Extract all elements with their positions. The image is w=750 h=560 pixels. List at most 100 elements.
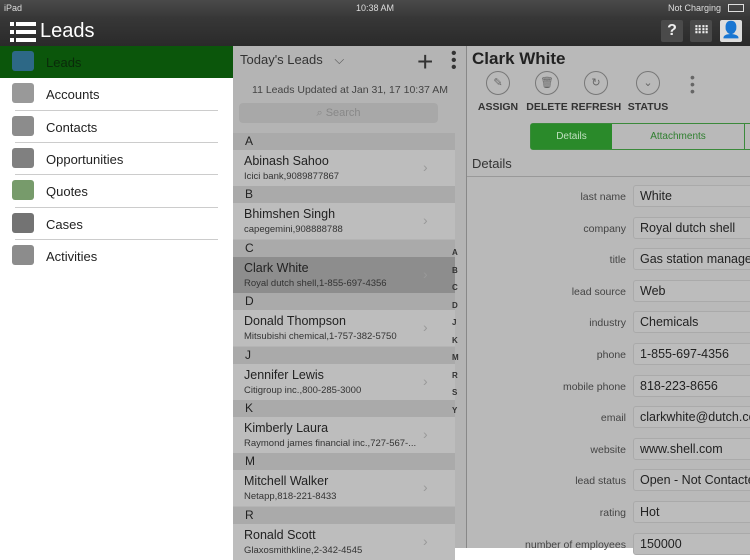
field-value-input[interactable]: 1-855-697-4356 bbox=[633, 343, 750, 365]
section-header: J bbox=[233, 346, 455, 364]
chevron-right-icon: › bbox=[423, 265, 428, 282]
index-letter[interactable]: Y bbox=[452, 406, 457, 415]
tab-attachments[interactable]: Attachments bbox=[612, 124, 745, 149]
index-letter[interactable]: J bbox=[452, 318, 456, 327]
lead-name: Kimberly Laura bbox=[244, 421, 329, 435]
field-value-input[interactable]: Web bbox=[633, 279, 750, 302]
index-letter[interactable]: B bbox=[452, 266, 458, 275]
sidebar-item-activities[interactable]: Activities bbox=[0, 240, 233, 272]
refresh-button[interactable]: ↻ REFRESH bbox=[571, 71, 621, 113]
field-value-input[interactable]: 150000 bbox=[633, 532, 750, 555]
contact-card-icon bbox=[12, 115, 34, 136]
status-bar: iPad 10:38 AM Not Charging bbox=[0, 0, 750, 16]
status-button[interactable]: ⌄ STATUS bbox=[623, 71, 673, 113]
field-value-input[interactable]: Royal dutch shell bbox=[633, 216, 750, 239]
add-lead-button[interactable]: + bbox=[417, 46, 433, 78]
app-title: Leads bbox=[40, 20, 95, 42]
lead-subtitle: Raymond james financial inc.,727-567-... bbox=[244, 438, 417, 449]
sidebar-item-opportunities[interactable]: Opportunities bbox=[0, 143, 233, 175]
field-value-input[interactable]: Chemicals bbox=[633, 311, 750, 334]
lead-name: Jennifer Lewis bbox=[244, 367, 324, 382]
section-header: D bbox=[233, 293, 455, 311]
list-item[interactable]: Ronald Scott Glaxosmithkline,2-342-4545 › bbox=[233, 523, 455, 560]
field-lead-status: lead status Open - Not Contacted bbox=[467, 469, 750, 493]
user-avatar[interactable]: 👤 bbox=[720, 20, 742, 42]
field-label: rating bbox=[599, 507, 626, 519]
folder-icon bbox=[12, 83, 34, 104]
sidebar-item-label: Cases bbox=[46, 216, 83, 232]
tab-details[interactable]: Details bbox=[531, 124, 612, 149]
section-header: K bbox=[233, 400, 455, 417]
list-item[interactable]: Mitchell Walker Netapp,818-221-8433 › bbox=[233, 470, 455, 507]
field-website: website www.shell.com bbox=[467, 437, 750, 462]
field-email: email clarkwhite@dutch.com bbox=[467, 406, 750, 430]
field-value-input[interactable]: www.shell.com bbox=[633, 437, 750, 460]
list-filter-dropdown[interactable]: Today's Leads ⌵ bbox=[240, 52, 344, 68]
sidebar-item-label: Leads bbox=[46, 55, 82, 70]
list-title: Today's Leads bbox=[240, 52, 323, 67]
lead-name: Abinash Sahoo bbox=[244, 154, 329, 168]
field-label: lead status bbox=[575, 475, 626, 488]
leads-icon bbox=[12, 51, 34, 71]
assign-button[interactable]: ✎ ASSIGN bbox=[473, 71, 523, 113]
more-options-icon[interactable]: • • • bbox=[451, 46, 457, 76]
index-letter[interactable]: K bbox=[452, 336, 458, 345]
field-phone: phone 1-855-697-4356 bbox=[467, 343, 750, 367]
search-icon: ⌕ bbox=[316, 107, 323, 119]
index-letter[interactable]: D bbox=[452, 301, 458, 310]
action-label: DELETE bbox=[526, 101, 568, 113]
activities-icon bbox=[12, 244, 34, 265]
chevron-down-icon: ⌵ bbox=[334, 52, 345, 67]
field-value-input[interactable]: 818-223-8656 bbox=[633, 374, 750, 397]
lead-subtitle: capegemini,908888788 bbox=[244, 224, 343, 236]
apps-grid-icon[interactable]: ⠿⠿ bbox=[690, 20, 712, 42]
field-value-input[interactable]: Open - Not Contacted bbox=[633, 469, 750, 492]
cases-icon bbox=[12, 212, 34, 233]
sidebar-item-label: Contacts bbox=[46, 119, 98, 135]
delete-button[interactable]: 🗑 DELETE bbox=[522, 71, 572, 113]
field-label: email bbox=[600, 412, 626, 425]
list-item[interactable]: Abinash Sahoo Icici bank,9089877867 › bbox=[233, 150, 455, 186]
sidebar-item-quotes[interactable]: Quotes bbox=[0, 175, 233, 207]
field-value-input[interactable]: Gas station manager bbox=[633, 248, 750, 271]
delete-icon: 🗑 bbox=[535, 71, 559, 95]
sidebar-item-label: Quotes bbox=[46, 184, 88, 200]
device-label: iPad bbox=[4, 3, 23, 13]
field-company: company Royal dutch shell bbox=[467, 216, 750, 241]
field-value-input[interactable]: Hot bbox=[633, 501, 750, 523]
menu-icon[interactable] bbox=[10, 22, 36, 42]
field-label: company bbox=[583, 222, 626, 235]
more-actions-icon[interactable]: • • • bbox=[690, 70, 695, 98]
sidebar-item-label: Activities bbox=[46, 248, 98, 264]
field-value-input[interactable]: White bbox=[633, 185, 750, 207]
sidebar-item-cases[interactable]: Cases bbox=[0, 208, 233, 240]
sidebar-item-contacts[interactable]: Contacts bbox=[0, 111, 233, 143]
section-heading: Details bbox=[472, 156, 512, 171]
lead-name: Bhimshen Singh bbox=[244, 207, 336, 222]
list-item[interactable]: Bhimshen Singh capegemini,908888788 › bbox=[233, 203, 455, 240]
index-letter[interactable]: S bbox=[452, 388, 457, 397]
index-letter[interactable]: R bbox=[452, 371, 458, 380]
field-label: website bbox=[590, 443, 626, 456]
sidebar-item-accounts[interactable]: Accounts bbox=[0, 78, 233, 110]
list-item[interactable]: Donald Thompson Mitsubishi chemical,1-757… bbox=[233, 310, 455, 347]
lead-subtitle: Icici bank,9089877867 bbox=[244, 171, 340, 182]
field-value-input[interactable]: clarkwhite@dutch.com bbox=[633, 406, 750, 429]
index-letter[interactable]: A bbox=[452, 248, 458, 257]
list-item[interactable]: Clark White Royal dutch shell,1-855-697-4… bbox=[233, 256, 455, 293]
search-input[interactable]: ⌕ Search bbox=[239, 103, 438, 123]
lead-subtitle: Netapp,818-221-8433 bbox=[244, 491, 337, 503]
field-label: mobile phone bbox=[562, 380, 626, 393]
index-letter[interactable]: C bbox=[452, 283, 458, 292]
sidebar-item-leads[interactable]: Leads bbox=[0, 46, 233, 78]
lead-name: Donald Thompson bbox=[244, 314, 346, 329]
chevron-right-icon: › bbox=[423, 532, 428, 549]
chevron-right-icon: › bbox=[423, 479, 428, 496]
field-rating: rating Hot bbox=[467, 501, 750, 525]
index-letter[interactable]: M bbox=[452, 353, 459, 362]
field-label: number of employees bbox=[525, 538, 626, 551]
list-item[interactable]: Jennifer Lewis Citigroup inc.,800-285-300… bbox=[233, 363, 455, 400]
help-button[interactable]: ? bbox=[661, 20, 683, 42]
lead-subtitle: Citigroup inc.,800-285-3000 bbox=[244, 384, 362, 396]
list-item[interactable]: Kimberly Laura Raymond james financial in… bbox=[233, 417, 455, 453]
